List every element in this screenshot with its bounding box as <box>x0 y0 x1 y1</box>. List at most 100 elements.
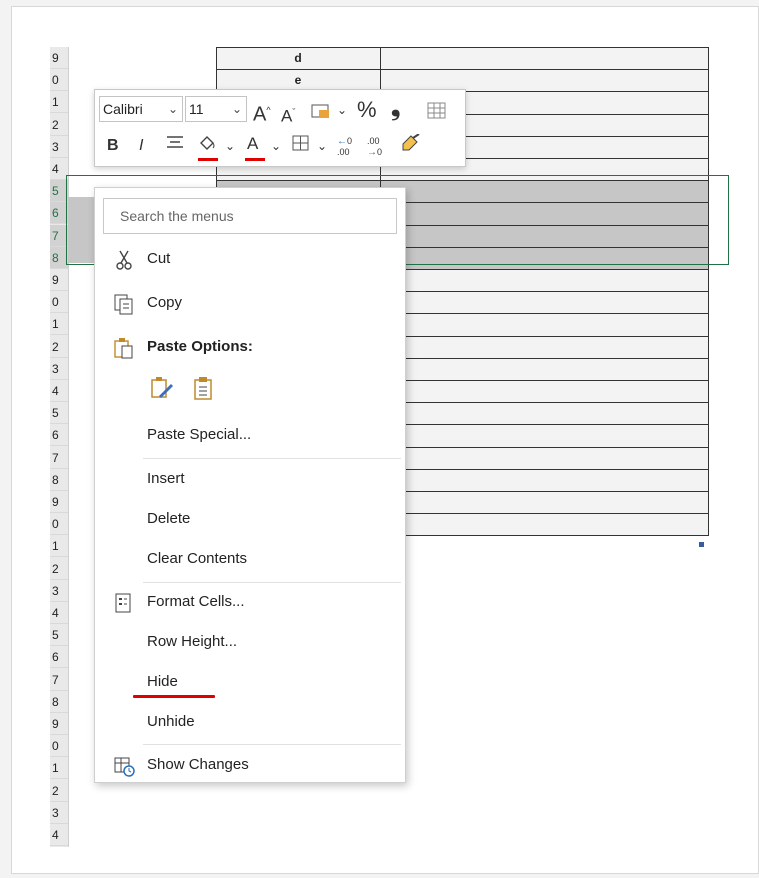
font-size-box[interactable]: 11 ⌄ <box>185 96 247 122</box>
italic-button[interactable]: I <box>139 136 143 156</box>
row-number[interactable]: 4 <box>50 158 68 180</box>
row-number[interactable]: 5 <box>50 180 68 203</box>
menu-item-clear-contents[interactable]: Clear Contents <box>95 540 405 580</box>
cell-column-b[interactable] <box>381 425 708 448</box>
center-align-button[interactable] <box>165 134 185 157</box>
cell-column-b[interactable] <box>381 292 708 315</box>
font-color-button[interactable]: A <box>247 134 258 154</box>
paste-values-button[interactable] <box>191 376 217 407</box>
font-name-box[interactable]: Calibri ⌄ <box>99 96 183 122</box>
row-number[interactable]: 3 <box>50 802 68 824</box>
row-number[interactable]: 2 <box>50 558 68 580</box>
format-cells-label: Format Cells... <box>147 593 245 610</box>
menu-item-copy[interactable]: Copy <box>95 284 405 324</box>
search-menus-input[interactable]: Search the menus <box>103 198 397 234</box>
row-number[interactable]: 4 <box>50 380 68 402</box>
row-number[interactable]: 5 <box>50 624 68 647</box>
comma-style-button[interactable]: ❟ <box>391 96 400 120</box>
row-number[interactable]: 6 <box>50 646 68 669</box>
decrease-decimal-label: 0 <box>377 147 383 157</box>
cell-column-b[interactable] <box>381 469 708 492</box>
grow-font-button[interactable]: A^ <box>253 100 271 125</box>
row-number[interactable]: 0 <box>50 291 68 314</box>
percent-style-button[interactable]: % <box>357 99 377 121</box>
row-number[interactable]: 3 <box>50 358 68 380</box>
paste-special-label: Paste Special... <box>147 426 252 443</box>
number-format-button[interactable] <box>311 102 333 125</box>
format-painter-icon <box>402 133 420 151</box>
row-number[interactable]: 0 <box>50 69 68 92</box>
row-number[interactable]: 5 <box>50 402 68 425</box>
row-header-strip[interactable]: 901234567890123456789012345678901234 <box>50 47 69 847</box>
align-center-icon <box>167 136 183 148</box>
chevron-down-icon[interactable]: ⌄ <box>317 136 327 156</box>
row-number[interactable]: 9 <box>50 713 68 735</box>
borders-button[interactable] <box>291 134 311 157</box>
search-placeholder: Search the menus <box>120 208 234 224</box>
row-number[interactable]: 8 <box>50 469 68 491</box>
paste-formatting-button[interactable] <box>149 376 175 407</box>
menu-item-show-changes[interactable]: Show Changes <box>95 746 405 786</box>
menu-item-insert[interactable]: Insert <box>95 460 405 500</box>
cell-column-b[interactable] <box>381 492 708 514</box>
decrease-decimal-button[interactable]: .00 →0 <box>367 136 382 158</box>
format-table-button[interactable] <box>427 102 447 125</box>
row-number[interactable]: 9 <box>50 47 68 69</box>
cell-column-b[interactable] <box>381 514 708 537</box>
row-number[interactable]: 7 <box>50 669 68 691</box>
row-number[interactable]: 4 <box>50 824 68 846</box>
cell-column-b[interactable] <box>381 447 708 470</box>
chevron-down-icon[interactable]: ⌄ <box>225 136 235 156</box>
cell-column-b[interactable] <box>381 48 708 70</box>
bold-button[interactable]: B <box>107 136 119 156</box>
fill-handle[interactable] <box>699 542 704 547</box>
cell-column-b[interactable] <box>381 181 708 204</box>
row-number[interactable]: 9 <box>50 269 68 291</box>
menu-item-format-cells[interactable]: Format Cells... <box>95 583 405 623</box>
cell-column-b[interactable] <box>381 203 708 226</box>
table-icon <box>427 102 446 119</box>
row-height-label: Row Height... <box>147 633 238 650</box>
row-number[interactable]: 9 <box>50 491 68 513</box>
row-number[interactable]: 4 <box>50 602 68 624</box>
fill-color-button[interactable] <box>197 134 219 157</box>
cell-column-b[interactable] <box>381 225 708 248</box>
insert-label: Insert <box>147 470 185 487</box>
menu-item-unhide[interactable]: Unhide <box>95 703 405 743</box>
format-painter-button[interactable] <box>399 133 421 159</box>
menu-item-row-height[interactable]: Row Height... <box>95 623 405 663</box>
row-number[interactable]: 3 <box>50 136 68 158</box>
row-number[interactable]: 1 <box>50 757 68 780</box>
row-number[interactable]: 8 <box>50 246 68 269</box>
row-number[interactable]: 6 <box>50 202 68 225</box>
row-number[interactable]: 6 <box>50 424 68 447</box>
row-number[interactable]: 8 <box>50 691 68 713</box>
cell-column-b[interactable] <box>381 336 708 359</box>
row-number[interactable]: 3 <box>50 580 68 602</box>
screenshot-frame: 901234567890123456789012345678901234 de:… <box>11 6 759 874</box>
row-number[interactable]: 1 <box>50 535 68 558</box>
row-number[interactable]: 7 <box>50 447 68 469</box>
cell-column-b[interactable] <box>381 381 708 403</box>
row-number[interactable]: 2 <box>50 114 68 136</box>
menu-item-cut[interactable]: Cut <box>95 240 405 280</box>
cell-column-b[interactable] <box>381 314 708 337</box>
menu-item-delete[interactable]: Delete <box>95 500 405 540</box>
row-number[interactable]: 2 <box>50 780 68 802</box>
row-number[interactable]: 0 <box>50 735 68 758</box>
row-number[interactable]: 1 <box>50 91 68 114</box>
cell-column-b[interactable] <box>381 270 708 292</box>
row-number[interactable]: 1 <box>50 313 68 336</box>
chevron-down-icon[interactable]: ⌄ <box>337 100 347 120</box>
cell-column-b[interactable] <box>381 358 708 381</box>
shrink-font-button[interactable]: Aˇ <box>281 102 295 127</box>
row-number[interactable]: 7 <box>50 224 68 247</box>
row-number[interactable]: 2 <box>50 336 68 358</box>
cell-column-b[interactable] <box>381 247 708 270</box>
row-number[interactable]: 0 <box>50 513 68 536</box>
chevron-down-icon[interactable]: ⌄ <box>271 136 281 156</box>
cell-column-b[interactable] <box>381 403 708 426</box>
menu-item-paste-special[interactable]: Paste Special... <box>95 416 405 456</box>
increase-decimal-button[interactable]: ←0.00 <box>337 136 352 158</box>
arrow-right-icon: → <box>367 147 377 158</box>
